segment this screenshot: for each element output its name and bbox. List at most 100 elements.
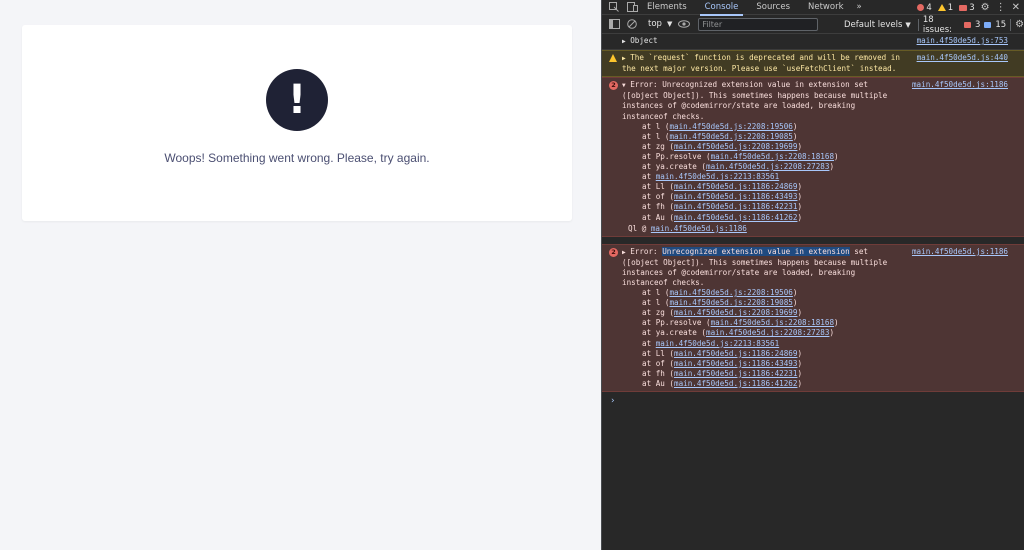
stack-frame: at Pp.resolve (main.4f50de5d.js:2208:181… bbox=[642, 151, 839, 161]
exclamation-icon: ! bbox=[266, 69, 328, 131]
warning-text: The `request` function is deprecated and… bbox=[622, 53, 900, 74]
stack-frame-link[interactable]: main.4f50de5d.js:2208:19506 bbox=[669, 288, 792, 297]
error-origin: Ql @ main.4f50de5d.js:1186 bbox=[628, 223, 747, 233]
chevron-down-icon: ▼ bbox=[666, 20, 673, 28]
stack-frame-link[interactable]: main.4f50de5d.js:2213:83561 bbox=[656, 339, 779, 348]
stack-frame-link[interactable]: main.4f50de5d.js:1186:41262 bbox=[674, 213, 797, 222]
stack-frame-link[interactable]: main.4f50de5d.js:2208:19699 bbox=[674, 308, 797, 317]
tab-network[interactable]: Network bbox=[799, 0, 853, 15]
stack-frame-link[interactable]: main.4f50de5d.js:2208:19699 bbox=[674, 142, 797, 151]
message-count[interactable]: 3 bbox=[959, 3, 975, 13]
warning-icon bbox=[609, 54, 617, 63]
stack-frame: at main.4f50de5d.js:2213:83561 bbox=[642, 172, 780, 182]
issue-info-icon bbox=[984, 21, 992, 28]
issue-error-icon bbox=[964, 21, 971, 28]
error-repeat-badge: 2 bbox=[609, 247, 618, 257]
stack-frame-link[interactable]: main.4f50de5d.js:2208:18168 bbox=[711, 152, 834, 161]
stack-frame-link[interactable]: main.4f50de5d.js:1186:41262 bbox=[674, 379, 797, 388]
devtools-panel: Elements Console Sources Network » 4 1 3… bbox=[601, 0, 1024, 550]
clear-console-icon[interactable] bbox=[626, 18, 638, 30]
inspect-element-icon[interactable] bbox=[608, 2, 620, 12]
stack-frame-link[interactable]: main.4f50de5d.js:1186:42231 bbox=[674, 202, 797, 211]
stack-frame: at l (main.4f50de5d.js:2208:19085) bbox=[642, 298, 798, 308]
error-message: Woops! Something went wrong. Please, try… bbox=[164, 151, 430, 165]
source-link[interactable]: main.4f50de5d.js:753 bbox=[917, 36, 1008, 46]
console-output: ▶ Object main.4f50de5d.js:753 ▶ The `req… bbox=[602, 34, 1024, 410]
stack-frame-link[interactable]: main.4f50de5d.js:2208:19085 bbox=[669, 298, 792, 307]
source-link[interactable]: main.4f50de5d.js:440 bbox=[917, 53, 1008, 63]
collapse-triangle-icon[interactable]: ▼ bbox=[622, 82, 626, 89]
expand-triangle-icon[interactable]: ▶ bbox=[622, 55, 626, 62]
expand-triangle-icon[interactable]: ▶ bbox=[622, 38, 626, 45]
stack-frame: at l (main.4f50de5d.js:2208:19085) bbox=[642, 131, 798, 141]
console-error-2: 2 ▶ Error: Unrecognized extension value … bbox=[602, 243, 1024, 392]
stack-frame: at l (main.4f50de5d.js:2208:19506) bbox=[642, 288, 798, 298]
source-link[interactable]: main.4f50de5d.js:1186 bbox=[912, 80, 1008, 90]
stack-frame-link[interactable]: main.4f50de5d.js:2208:19506 bbox=[669, 122, 792, 131]
console-prompt[interactable]: › bbox=[602, 392, 1024, 410]
stack-frame: at of (main.4f50de5d.js:1186:43493) bbox=[642, 192, 803, 202]
error-icon bbox=[917, 4, 925, 11]
stack-frame-link[interactable]: main.4f50de5d.js:2208:19085 bbox=[669, 132, 792, 141]
filter-input[interactable]: Filter bbox=[698, 17, 819, 31]
warning-icon bbox=[937, 4, 946, 11]
stack-frame-link[interactable]: main.4f50de5d.js:1186:24869 bbox=[674, 182, 797, 191]
console-object-row[interactable]: ▶ Object main.4f50de5d.js:753 bbox=[602, 34, 1024, 51]
app-page: ! Woops! Something went wrong. Please, t… bbox=[0, 0, 601, 550]
stack-frame-link[interactable]: main.4f50de5d.js:2208:27283 bbox=[706, 328, 829, 337]
stack-frame-link[interactable]: main.4f50de5d.js:1186:43493 bbox=[674, 359, 797, 368]
source-link[interactable]: main.4f50de5d.js:1186 bbox=[912, 247, 1008, 257]
stack-frame: at zg (main.4f50de5d.js:2208:19699) bbox=[642, 141, 803, 151]
stack-frame: at ya.create (main.4f50de5d.js:2208:2728… bbox=[642, 162, 835, 172]
stack-frame: at l (main.4f50de5d.js:2208:19506) bbox=[642, 121, 798, 131]
stack-frame: at main.4f50de5d.js:2213:83561 bbox=[642, 338, 780, 348]
stack-frame: at fh (main.4f50de5d.js:1186:42231) bbox=[642, 202, 803, 212]
expand-triangle-icon[interactable]: ▶ bbox=[622, 249, 626, 256]
stack-frame: at Ll (main.4f50de5d.js:1186:24869) bbox=[642, 348, 803, 358]
message-icon bbox=[959, 4, 968, 11]
stack-trace: at l (main.4f50de5d.js:2208:19506) at l (… bbox=[622, 122, 1008, 223]
log-levels-dropdown[interactable]: Default levels ▼ bbox=[844, 15, 911, 34]
warning-count[interactable]: 1 bbox=[937, 3, 953, 13]
selected-text: Unrecognized extension value in extensio… bbox=[662, 246, 850, 256]
stack-frame: at zg (main.4f50de5d.js:2208:19699) bbox=[642, 308, 803, 318]
stack-frame-link[interactable]: main.4f50de5d.js:2213:83561 bbox=[656, 172, 779, 181]
stack-frame-link[interactable]: main.4f50de5d.js:1186:24869 bbox=[674, 349, 797, 358]
origin-link[interactable]: main.4f50de5d.js:1186 bbox=[651, 224, 747, 233]
stack-frame: at ya.create (main.4f50de5d.js:2208:2728… bbox=[642, 328, 835, 338]
device-toolbar-icon[interactable] bbox=[626, 2, 638, 12]
stack-frame: at Au (main.4f50de5d.js:1186:41262) bbox=[642, 378, 803, 388]
tab-elements[interactable]: Elements bbox=[638, 0, 696, 15]
live-expression-eye-icon[interactable] bbox=[678, 18, 691, 30]
console-error-1: 2 ▼ Error: Unrecognized extension value … bbox=[602, 77, 1024, 237]
issues-button[interactable]: 18 issues: 3 15 ⚙ bbox=[918, 15, 1024, 35]
divider bbox=[1010, 18, 1012, 31]
stack-frame-link[interactable]: main.4f50de5d.js:2208:18168 bbox=[711, 318, 834, 327]
stack-frame: at fh (main.4f50de5d.js:1186:42231) bbox=[642, 368, 803, 378]
settings-gear-icon[interactable]: ⚙ bbox=[981, 2, 990, 13]
sidebar-toggle-icon[interactable] bbox=[608, 18, 620, 30]
tab-sources[interactable]: Sources bbox=[747, 0, 799, 15]
console-warning: ▶ The `request` function is deprecated a… bbox=[602, 50, 1024, 78]
stack-frame-link[interactable]: main.4f50de5d.js:1186:42231 bbox=[674, 369, 797, 378]
context-selector[interactable]: top ▼ bbox=[648, 19, 672, 29]
chevron-down-icon: ▼ bbox=[905, 20, 911, 29]
stack-trace: at l (main.4f50de5d.js:2208:19506) at l (… bbox=[622, 288, 1008, 389]
devtools-tabbar: Elements Console Sources Network » 4 1 3… bbox=[602, 0, 1024, 16]
stack-frame-link[interactable]: main.4f50de5d.js:2208:27283 bbox=[706, 162, 829, 171]
error-count[interactable]: 4 bbox=[917, 3, 932, 13]
console-toolbar: top ▼ Filter Default levels ▼ 18 issues:… bbox=[602, 15, 1024, 35]
stack-frame: at Ll (main.4f50de5d.js:1186:24869) bbox=[642, 182, 803, 192]
more-options-icon[interactable]: ⋮ bbox=[996, 2, 1006, 13]
divider bbox=[918, 18, 919, 31]
close-icon[interactable]: ✕ bbox=[1012, 2, 1020, 13]
stack-frame-link[interactable]: main.4f50de5d.js:1186:43493 bbox=[674, 192, 797, 201]
more-tabs-icon[interactable]: » bbox=[853, 2, 866, 12]
stack-frame: at of (main.4f50de5d.js:1186:43493) bbox=[642, 358, 803, 368]
error-repeat-badge: 2 bbox=[609, 81, 618, 91]
tab-console[interactable]: Console bbox=[696, 0, 748, 16]
console-settings-gear-icon[interactable]: ⚙ bbox=[1015, 19, 1024, 30]
stack-frame: at Pp.resolve (main.4f50de5d.js:2208:181… bbox=[642, 318, 839, 328]
stack-frame: at Au (main.4f50de5d.js:1186:41262) bbox=[642, 212, 803, 222]
error-card: ! Woops! Something went wrong. Please, t… bbox=[22, 25, 572, 221]
